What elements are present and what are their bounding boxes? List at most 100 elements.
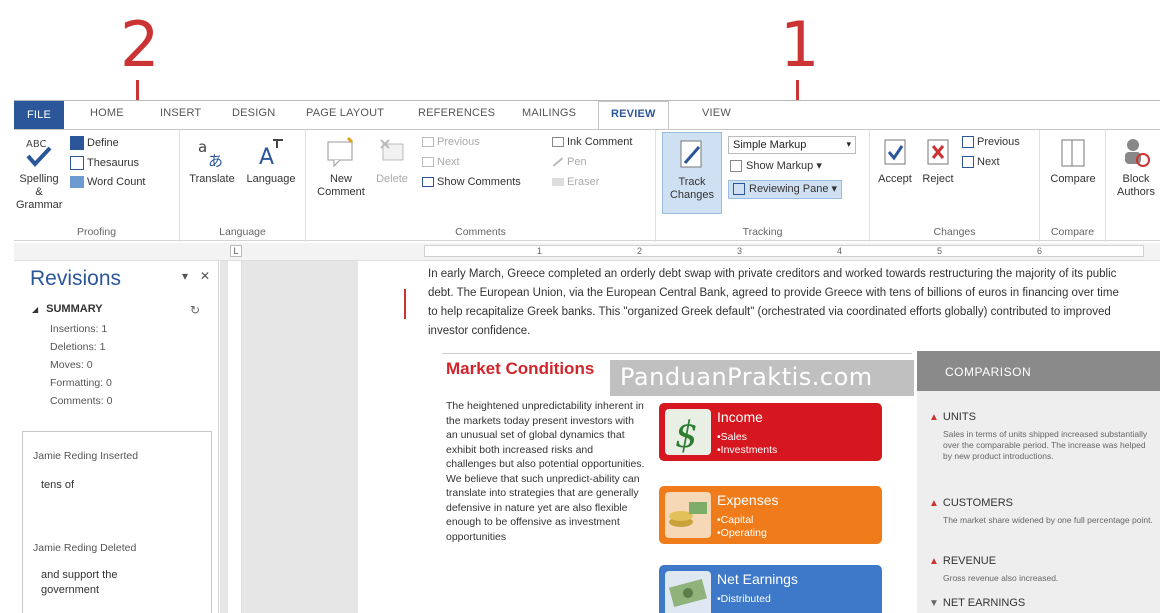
block-authors-icon bbox=[1125, 139, 1150, 167]
tab-references[interactable]: REFERENCES bbox=[418, 107, 495, 119]
card-item: •Operating bbox=[717, 527, 767, 539]
thesaurus-label: Thesaurus bbox=[87, 156, 139, 169]
markup-dropdown-value: Simple Markup bbox=[733, 139, 807, 151]
ribbon-tabs: FILE HOME INSERT DESIGN PAGE LAYOUT REFE… bbox=[14, 101, 1160, 130]
revision-list[interactable]: Jamie Reding Inserted tens of Jamie Redi… bbox=[22, 431, 212, 613]
pane-options-icon[interactable]: ▾ bbox=[182, 269, 188, 283]
tab-file[interactable]: FILE bbox=[14, 101, 64, 129]
next-change-button[interactable]: Next bbox=[962, 156, 1000, 169]
summary-label: SUMMARY bbox=[46, 303, 103, 315]
block-label: Block bbox=[1122, 173, 1150, 185]
ruler-mark: 1 bbox=[537, 246, 543, 256]
horizontal-ruler[interactable]: 1 2 3 4 5 6 bbox=[424, 245, 1144, 257]
reject-icon bbox=[927, 139, 949, 165]
eraser-label: Eraser bbox=[567, 176, 600, 188]
units-heading: ▲ UNITS bbox=[929, 411, 976, 423]
tab-home[interactable]: HOME bbox=[90, 107, 124, 119]
summary-heading[interactable]: ◢ SUMMARY bbox=[32, 303, 103, 315]
ruler-mark: 4 bbox=[837, 246, 843, 256]
market-conditions-text[interactable]: The heightened unpredictability inherent… bbox=[446, 399, 646, 544]
ink-comment-label: Ink Comment bbox=[567, 136, 633, 148]
compare-button[interactable]: Compare bbox=[1044, 136, 1102, 186]
ink-comment-icon bbox=[552, 137, 564, 148]
svg-text:$: $ bbox=[675, 415, 698, 455]
change-bar bbox=[404, 289, 406, 319]
track-changes-button[interactable]: Track Changes bbox=[662, 132, 722, 214]
accept-button[interactable]: Accept bbox=[874, 136, 916, 186]
delete-label: Delete bbox=[376, 173, 408, 185]
accept-icon bbox=[884, 139, 906, 165]
tab-mailings[interactable]: MAILINGS bbox=[522, 107, 576, 119]
coins-graphic bbox=[669, 502, 707, 527]
close-icon[interactable]: ✕ bbox=[200, 269, 210, 283]
eraser-button[interactable]: Eraser bbox=[552, 176, 599, 189]
chevron-down-icon: ▾ bbox=[846, 139, 851, 149]
thesaurus-icon bbox=[70, 156, 84, 170]
net-earnings-heading-text: NET EARNINGS bbox=[942, 597, 1026, 609]
card-item: •Sales bbox=[717, 431, 747, 443]
tab-page-layout[interactable]: PAGE LAYOUT bbox=[306, 107, 384, 119]
thesaurus-button[interactable]: Thesaurus bbox=[70, 156, 139, 170]
net-earnings-card[interactable]: Net Earnings •Distributed bbox=[659, 565, 882, 613]
units-heading-text: UNITS bbox=[942, 411, 976, 423]
group-label-proofing: Proofing bbox=[76, 226, 117, 238]
language-button[interactable]: A Language bbox=[242, 136, 300, 186]
tab-selector[interactable]: L bbox=[230, 245, 242, 257]
refresh-icon[interactable]: ↻ bbox=[190, 303, 200, 317]
pen-button[interactable]: Pen bbox=[552, 156, 587, 169]
customers-heading-text: CUSTOMERS bbox=[942, 497, 1013, 509]
delete-comment-button[interactable]: Delete bbox=[370, 136, 414, 186]
customers-text: The market share widened by one full per… bbox=[943, 515, 1153, 525]
svg-text:a: a bbox=[198, 138, 207, 156]
reviewing-pane-button[interactable]: Reviewing Pane ▾ bbox=[728, 180, 843, 199]
define-button[interactable]: Define bbox=[70, 136, 119, 150]
expenses-card[interactable]: Expenses •Capital •Operating bbox=[659, 486, 882, 544]
word-count-icon bbox=[70, 176, 84, 189]
show-markup-label: Show Markup bbox=[746, 160, 814, 172]
callout-number-1: 1 bbox=[780, 8, 820, 81]
block-authors-button[interactable]: Block Authors bbox=[1110, 136, 1160, 199]
previous-comment-button[interactable]: Previous bbox=[422, 136, 480, 149]
income-card[interactable]: $ Income •Sales •Investments bbox=[659, 403, 882, 461]
show-comments-button[interactable]: Show Comments bbox=[422, 176, 521, 189]
group-label-comments: Comments bbox=[455, 226, 506, 238]
revision-text[interactable]: tens of bbox=[41, 478, 74, 493]
new-comment-button[interactable]: New Comment bbox=[314, 136, 368, 199]
translate-button[interactable]: aあ Translate bbox=[186, 136, 238, 186]
spelling-label: Spelling & bbox=[19, 173, 59, 198]
tab-insert[interactable]: INSERT bbox=[160, 107, 201, 119]
ribbon: ABC Spelling & Grammar Define Thesaurus … bbox=[14, 129, 1160, 242]
body-paragraph[interactable]: In early March, Greece completed an orde… bbox=[428, 265, 1128, 341]
card-item: •Capital bbox=[717, 514, 754, 526]
tab-view[interactable]: VIEW bbox=[702, 107, 731, 119]
show-comments-icon bbox=[422, 177, 434, 188]
markup-dropdown[interactable]: Simple Markup ▾ bbox=[728, 136, 856, 154]
show-markup-button[interactable]: Show Markup ▾ bbox=[730, 160, 822, 173]
ruler-mark: 6 bbox=[1037, 246, 1043, 256]
triangle-up-icon: ▲ bbox=[929, 412, 939, 423]
word-count-button[interactable]: Word Count bbox=[70, 176, 146, 189]
tab-design[interactable]: DESIGN bbox=[232, 107, 275, 119]
market-conditions-heading[interactable]: Market Conditions bbox=[446, 359, 594, 379]
tab-review[interactable]: REVIEW bbox=[598, 101, 669, 130]
card-items: •Distributed bbox=[717, 593, 771, 606]
previous-change-label: Previous bbox=[977, 136, 1020, 148]
next-comment-button[interactable]: Next bbox=[422, 156, 460, 169]
comparison-sidebar[interactable]: COMPARISON ▲ UNITS Sales in terms of unit… bbox=[917, 351, 1160, 613]
reviewing-pane-label: Reviewing Pane bbox=[749, 183, 829, 195]
track-changes-icon bbox=[680, 140, 702, 168]
reject-button[interactable]: Reject bbox=[918, 136, 958, 186]
ink-comment-button[interactable]: Ink Comment bbox=[552, 136, 632, 149]
revision-text[interactable]: and support the government bbox=[41, 568, 151, 598]
revenue-heading: ▲ REVENUE bbox=[929, 555, 996, 567]
show-comments-label: Show Comments bbox=[437, 176, 521, 188]
spelling-grammar-button[interactable]: ABC Spelling & Grammar bbox=[16, 136, 62, 212]
previous-change-button[interactable]: Previous bbox=[962, 136, 1020, 149]
next-comment-icon bbox=[422, 157, 434, 168]
revisions-pane-title: Revisions bbox=[30, 267, 122, 290]
triangle-up-icon: ▲ bbox=[929, 556, 939, 567]
summary-formatting: Formatting: 0 bbox=[50, 377, 112, 389]
spelling-check-icon: ABC bbox=[26, 139, 52, 167]
authors-label: Authors bbox=[1117, 186, 1155, 198]
reject-label: Reject bbox=[922, 173, 954, 185]
